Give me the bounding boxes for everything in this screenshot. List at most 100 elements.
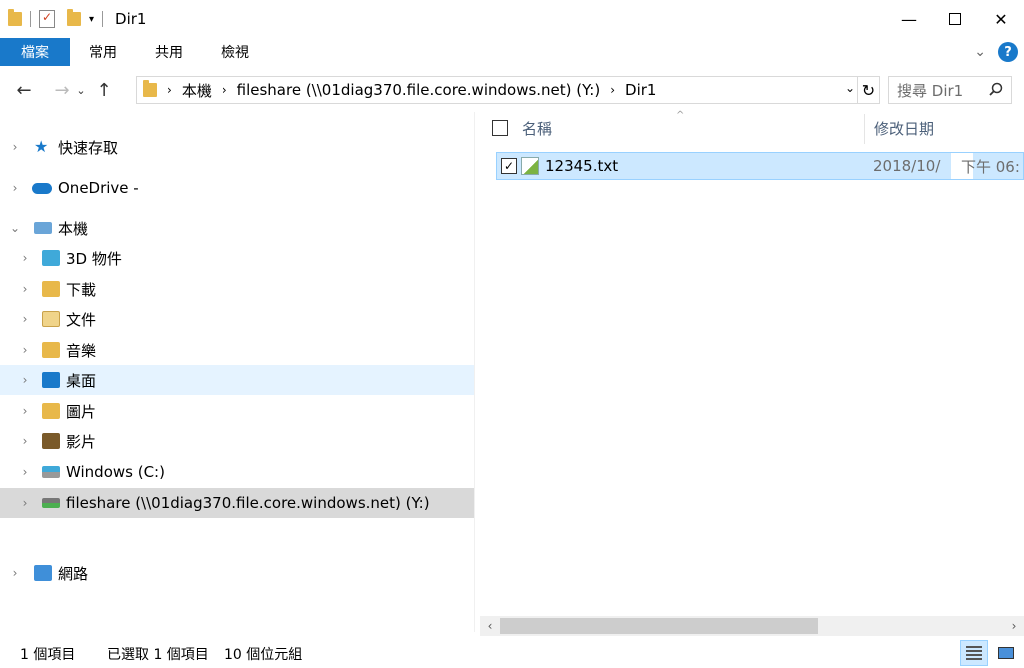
- folder-icon: [8, 9, 22, 26]
- network-icon: [34, 565, 52, 581]
- nav-item-3d-objects[interactable]: › 3D 物件: [0, 243, 474, 273]
- file-row[interactable]: ✓ 12345.txt 2018/10/ 下午 06:: [496, 152, 1024, 180]
- documents-icon: [42, 311, 60, 327]
- pane-divider[interactable]: [474, 112, 475, 632]
- nav-item-videos[interactable]: › 影片: [0, 426, 474, 456]
- minimize-button[interactable]: —: [886, 0, 932, 38]
- file-list: ^ 名稱 修改日期 ✓ 12345.txt 2018/10/ 下午 06:: [480, 110, 1024, 618]
- breadcrumb-fileshare[interactable]: fileshare (\\01diag370.file.core.windows…: [237, 81, 601, 99]
- scroll-right-icon[interactable]: ›: [1004, 616, 1024, 636]
- navigation-pane: › ★ 快速存取 › OneDrive - ⌄ 本機 › 3D 物件 › 下載 …: [0, 112, 474, 632]
- chevron-right-icon[interactable]: ›: [167, 83, 172, 97]
- chevron-right-icon[interactable]: ›: [18, 496, 32, 510]
- chevron-right-icon[interactable]: ›: [8, 181, 22, 195]
- column-header-date-modified[interactable]: 修改日期: [874, 118, 934, 139]
- expand-ribbon-icon[interactable]: ⌄: [974, 44, 986, 60]
- chevron-right-icon[interactable]: ›: [222, 83, 227, 97]
- divider: [30, 11, 31, 27]
- column-divider[interactable]: [864, 114, 865, 144]
- select-all-checkbox[interactable]: [492, 120, 508, 136]
- item-count: 1 個項目: [20, 647, 76, 663]
- help-icon[interactable]: ?: [998, 42, 1018, 62]
- nav-item-this-pc[interactable]: ⌄ 本機: [0, 213, 474, 243]
- chevron-right-icon[interactable]: ›: [18, 465, 32, 479]
- chevron-down-icon[interactable]: ⌄: [8, 221, 22, 235]
- chevron-right-icon[interactable]: ›: [18, 434, 32, 448]
- properties-icon[interactable]: [39, 10, 55, 28]
- chevron-right-icon[interactable]: ›: [8, 140, 22, 154]
- column-header-name[interactable]: 名稱: [522, 118, 552, 139]
- videos-icon: [42, 433, 60, 449]
- nav-item-label: 網路: [58, 564, 89, 583]
- back-button[interactable]: ←: [12, 75, 36, 105]
- row-checkbox[interactable]: ✓: [501, 158, 517, 174]
- nav-item-label: 音樂: [66, 341, 97, 360]
- 3d-objects-icon: [42, 250, 60, 266]
- file-time-modified: 下午 06:: [961, 157, 1020, 176]
- tab-home[interactable]: 常用: [70, 38, 136, 66]
- tab-file[interactable]: 檔案: [0, 38, 70, 66]
- desktop-icon: [42, 372, 60, 388]
- chevron-right-icon[interactable]: ›: [18, 343, 32, 357]
- up-arrow-icon: ↑: [96, 79, 112, 101]
- chevron-right-icon[interactable]: ›: [18, 282, 32, 296]
- selected-count: 已選取 1 個項目: [107, 647, 209, 663]
- chevron-right-icon[interactable]: ›: [18, 251, 32, 265]
- ribbon-tabs: 檔案 常用 共用 檢視 ⌄ ?: [0, 38, 1024, 66]
- music-icon: [42, 342, 60, 358]
- sort-ascending-icon: ^: [676, 110, 685, 121]
- nav-item-onedrive[interactable]: › OneDrive -: [0, 173, 474, 203]
- chevron-right-icon[interactable]: ›: [610, 83, 615, 97]
- title-bar: ▾ Dir1 — ✕: [0, 0, 1024, 38]
- refresh-button[interactable]: ↻: [857, 77, 879, 103]
- chevron-right-icon[interactable]: ›: [18, 312, 32, 326]
- nav-item-fileshare[interactable]: › fileshare (\\01diag370.file.core.windo…: [0, 488, 474, 518]
- nav-item-downloads[interactable]: › 下載: [0, 274, 474, 304]
- folder-icon: [143, 80, 157, 97]
- customize-toolbar-icon[interactable]: ▾: [89, 14, 94, 25]
- nav-item-quick-access[interactable]: › ★ 快速存取: [0, 132, 474, 162]
- search-input[interactable]: 搜尋 Dir1: [888, 76, 1012, 104]
- network-drive-icon: [42, 498, 60, 508]
- forward-button[interactable]: →: [50, 75, 74, 105]
- close-button[interactable]: ✕: [978, 0, 1024, 38]
- nav-item-desktop[interactable]: › 桌面: [0, 365, 474, 395]
- new-folder-icon[interactable]: [67, 9, 81, 26]
- close-icon: ✕: [994, 9, 1008, 29]
- nav-item-windows-drive[interactable]: › Windows (C:): [0, 457, 474, 487]
- nav-item-documents[interactable]: › 文件: [0, 304, 474, 334]
- chevron-down-icon: ⌄: [76, 83, 86, 97]
- up-button[interactable]: ↑: [92, 75, 116, 105]
- view-switcher: [960, 640, 1020, 666]
- tab-share[interactable]: 共用: [136, 38, 202, 66]
- maximize-button[interactable]: [932, 0, 978, 38]
- nav-item-network[interactable]: › 網路: [0, 558, 474, 588]
- breadcrumb-dir1[interactable]: Dir1: [625, 81, 656, 99]
- downloads-icon: [42, 281, 60, 297]
- large-icons-view-icon: [998, 647, 1014, 659]
- window-title: Dir1: [115, 10, 147, 28]
- chevron-right-icon[interactable]: ›: [8, 566, 22, 580]
- nav-item-pictures[interactable]: › 圖片: [0, 396, 474, 426]
- recent-locations-button[interactable]: ⌄: [74, 75, 88, 105]
- details-view-icon: [966, 646, 982, 660]
- nav-item-label: 快速存取: [58, 138, 119, 157]
- horizontal-scrollbar[interactable]: ‹ ›: [480, 616, 1024, 636]
- column-header-row: ^ 名稱 修改日期: [480, 110, 1024, 144]
- search-placeholder: 搜尋 Dir1: [897, 81, 964, 100]
- nav-item-music[interactable]: › 音樂: [0, 335, 474, 365]
- chevron-right-icon[interactable]: ›: [18, 373, 32, 387]
- scrollbar-thumb[interactable]: [500, 618, 818, 634]
- ribbon-right-controls: ⌄ ?: [974, 42, 1018, 62]
- nav-item-label: 3D 物件: [66, 249, 122, 268]
- scroll-left-icon[interactable]: ‹: [480, 616, 500, 636]
- details-view-button[interactable]: [960, 640, 988, 666]
- divider: [102, 11, 104, 27]
- address-dropdown-icon[interactable]: ⌄: [845, 81, 855, 95]
- chevron-right-icon[interactable]: ›: [18, 404, 32, 418]
- large-icons-view-button[interactable]: [992, 640, 1020, 666]
- selected-size: 10 個位元組: [224, 647, 303, 663]
- tab-view[interactable]: 檢視: [202, 38, 268, 66]
- address-bar[interactable]: › 本機 › fileshare (\\01diag370.file.core.…: [136, 76, 880, 104]
- breadcrumb-this-pc[interactable]: 本機: [182, 80, 212, 101]
